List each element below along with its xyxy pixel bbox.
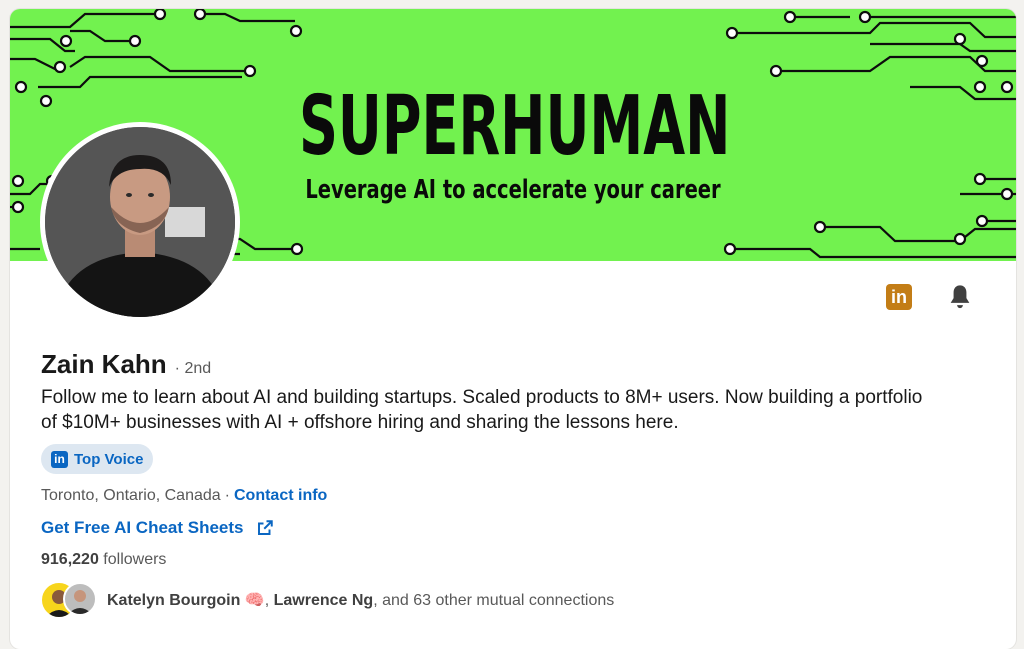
top-voice-label: Top Voice [74,450,144,468]
linkedin-logo-icon: in [51,450,68,468]
top-voice-badge[interactable]: in Top Voice [41,444,154,474]
followers-number: 916,220 [41,551,99,568]
website-link-label: Get Free AI Cheat Sheets [41,518,244,537]
avatar [63,582,97,616]
bell-icon[interactable] [946,283,974,311]
profile-headline: Follow me to learn about AI and building… [41,387,923,433]
profile-photo[interactable] [40,122,240,322]
brain-emoji: 🧠 [244,592,265,609]
avatar-image [45,127,235,317]
contact-info-link[interactable]: Contact info [234,487,327,504]
profile-card: SUPERHUMAN Leverage AI to accelerate you… [10,9,1016,649]
name-row: Zain Kahn · 2nd [41,349,211,380]
website-link[interactable]: Get Free AI Cheat Sheets [41,518,274,538]
banner-title: SUPERHUMAN [298,79,731,174]
mutual-text: Katelyn Bourgoin 🧠, Lawrence Ng, and 63 … [107,592,615,609]
mutual-person-1: Katelyn Bourgoin [107,592,241,609]
mutual-person-2: Lawrence Ng [273,592,374,609]
mutual-rest: , and 63 other mutual connections [373,592,615,609]
followers-count: 916,220 followers [41,551,166,569]
profile-name: Zain Kahn [41,349,167,379]
person-silhouette [45,127,235,317]
banner-subtitle: Leverage AI to accelerate your career [305,175,721,205]
mutual-connections[interactable]: Katelyn Bourgoin 🧠, Lawrence Ng, and 63 … [41,582,614,618]
separator: · [224,487,230,504]
connection-degree: · 2nd [174,360,212,377]
location-text: Toronto, Ontario, Canada [41,487,221,504]
location-row: Toronto, Ontario, Canada · Contact info [41,487,327,505]
linkedin-icon[interactable]: in [886,284,912,310]
external-link-icon [257,520,273,535]
followers-label: followers [103,551,167,568]
mutual-avatars [41,582,97,618]
